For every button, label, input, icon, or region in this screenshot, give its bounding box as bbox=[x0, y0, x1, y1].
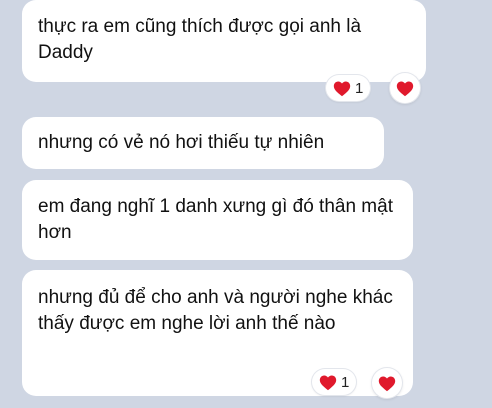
heart-icon bbox=[378, 376, 396, 392]
message-bubble[interactable]: em đang nghĩ 1 danh xưng gì đó thân mật … bbox=[22, 180, 413, 260]
message-bubble[interactable]: nhưng có vẻ nó hơi thiếu tự nhiên bbox=[22, 117, 384, 169]
add-reaction-button[interactable] bbox=[372, 368, 402, 398]
message-text: nhưng có vẻ nó hơi thiếu tự nhiên bbox=[38, 132, 325, 153]
heart-icon bbox=[396, 81, 414, 97]
message-text: em đang nghĩ 1 danh xưng gì đó thân mật … bbox=[38, 196, 393, 243]
reaction-summary[interactable]: 1 bbox=[312, 369, 357, 395]
reaction-count: 1 bbox=[341, 373, 350, 391]
message-text: nhưng đủ để cho anh và người nghe khác t… bbox=[38, 287, 393, 334]
heart-icon bbox=[332, 79, 352, 97]
message-text: thực ra em cũng thích được gọi anh là Da… bbox=[38, 16, 362, 63]
reaction-summary[interactable]: 1 bbox=[326, 75, 371, 101]
message-bubble[interactable]: thực ra em cũng thích được gọi anh là Da… bbox=[22, 0, 426, 82]
reaction-count: 1 bbox=[355, 79, 364, 97]
add-reaction-button[interactable] bbox=[390, 73, 420, 103]
heart-icon bbox=[318, 373, 338, 391]
